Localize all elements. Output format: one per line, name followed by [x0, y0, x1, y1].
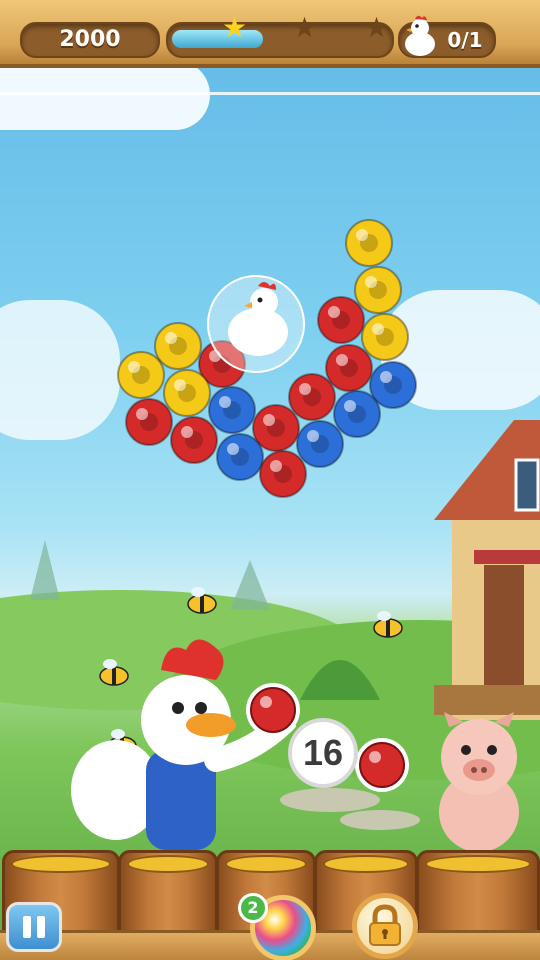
star-icon: ★: [222, 11, 248, 44]
locked-booster-button[interactable]: [352, 893, 418, 959]
current-bubble[interactable]: [245, 682, 301, 738]
yellow-bubble: [163, 369, 211, 417]
yellow-bubble: [154, 322, 202, 370]
next-bubble[interactable]: [354, 737, 410, 793]
yellow-bubble: [361, 313, 409, 361]
game-board[interactable]: 16 2 2000 ★ ★ ★ 0/1: [0, 0, 540, 960]
score-value: 2000: [59, 27, 121, 52]
blue-bubble: [216, 433, 264, 481]
star-icon: ★: [292, 11, 318, 44]
red-bubble: [288, 373, 336, 421]
red-bubble: [125, 398, 173, 446]
blue-bubble: [296, 420, 344, 468]
bee-icon: [187, 587, 217, 614]
goal-counter: 0/1: [447, 28, 483, 52]
hen-icon: [405, 15, 435, 56]
booster-count-badge: 2: [238, 893, 268, 923]
progress-fill: [172, 30, 263, 48]
red-bubble: [317, 296, 365, 344]
trapped-hen-bubble[interactable]: [206, 274, 306, 374]
rooster-icon: [71, 639, 296, 850]
red-bubble: [259, 450, 307, 498]
score-progress-bar: [166, 22, 394, 58]
shots-left-badge: 16: [288, 718, 358, 788]
ceiling-line: [0, 92, 540, 95]
star-icon: ★: [364, 11, 390, 44]
blue-bubble: [333, 390, 381, 438]
yellow-bubble: [345, 219, 393, 267]
pig-icon: [439, 712, 519, 852]
red-bubble: [325, 344, 373, 392]
pause-button[interactable]: [6, 902, 62, 952]
red-bubble: [170, 416, 218, 464]
score-panel: 2000: [20, 22, 160, 58]
bee-icon: [373, 611, 403, 638]
blue-bubble: [208, 386, 256, 434]
lock-icon: [369, 904, 401, 946]
yellow-bubble: [354, 266, 402, 314]
top-hud: 2000 ★ ★ ★ 0/1: [0, 0, 540, 68]
yellow-bubble: [117, 351, 165, 399]
shots-left-count: 16: [302, 732, 344, 773]
